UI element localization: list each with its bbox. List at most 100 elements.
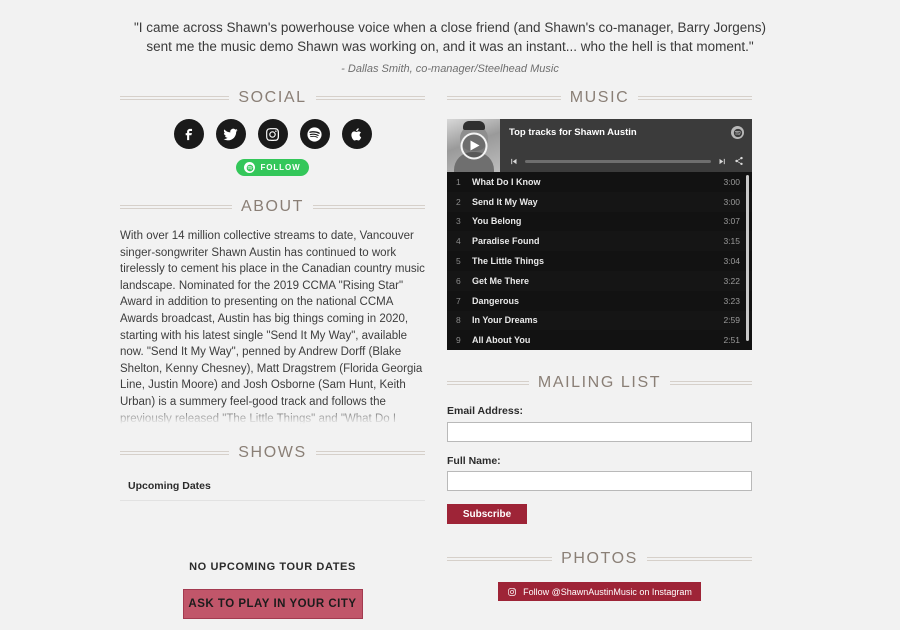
- track-number: 8: [456, 315, 461, 326]
- spotify-player: Top tracks for Shawn Austin 1 What Do I …: [447, 119, 752, 351]
- instagram-glyph-icon: [508, 587, 516, 596]
- section-title-music: MUSIC: [569, 89, 630, 106]
- quote-block: "I came across Shawn's powerhouse voice …: [0, 0, 900, 75]
- music-section-header: MUSIC: [447, 89, 752, 107]
- divider-left: [120, 96, 230, 100]
- track-row[interactable]: 4 Paradise Found 3:15: [447, 231, 752, 252]
- divider-left: [120, 205, 232, 209]
- track-name: Paradise Found: [472, 236, 540, 247]
- section-title-social: SOCIAL: [238, 89, 307, 106]
- track-name: Get Me There: [472, 275, 530, 286]
- quote-attribution: - Dallas Smith, co-manager/Steelhead Mus…: [341, 63, 559, 75]
- left-column: SOCIAL FOLLOW ABOUT With over 14 million…: [120, 89, 426, 619]
- divider-left: [447, 381, 529, 386]
- previous-track-icon[interactable]: [509, 157, 518, 166]
- track-row[interactable]: 2 Send It My Way 3:00: [447, 191, 752, 212]
- progress-bar[interactable]: [525, 159, 711, 163]
- divider-left: [120, 451, 230, 455]
- track-row[interactable]: 3 You Belong 3:07: [447, 212, 752, 232]
- album-artwork: [447, 119, 500, 172]
- section-title-about: ABOUT: [240, 198, 305, 215]
- track-row[interactable]: 9 All About You 2:51: [447, 330, 752, 350]
- divider-right: [638, 96, 752, 100]
- track-name: In Your Dreams: [472, 315, 538, 326]
- track-number: 1: [456, 176, 461, 187]
- track-row[interactable]: 6 Get Me There 3:22: [447, 270, 752, 291]
- track-number: 7: [456, 295, 461, 306]
- full-name-field[interactable]: [447, 471, 752, 492]
- social-icon-row: [120, 119, 425, 149]
- track-row[interactable]: 5 The Little Things 3:04: [447, 251, 752, 271]
- play-button-icon[interactable]: [460, 132, 487, 159]
- player-title-row: Top tracks for Shawn Austin: [509, 126, 744, 139]
- instagram-button-label: Follow @ShawnAustinMusic on Instagram: [523, 586, 692, 597]
- player-controls: [509, 156, 744, 166]
- track-list-scrollbar[interactable]: [746, 175, 749, 341]
- divider-left: [447, 557, 553, 562]
- instagram-follow-button[interactable]: Follow @ShawnAustinMusic on Instagram: [498, 582, 701, 602]
- upcoming-dates-label: Upcoming Dates: [120, 466, 425, 501]
- spotify-logo-icon[interactable]: [731, 126, 744, 139]
- spotify-icon[interactable]: [299, 119, 330, 149]
- artwork-hat: [462, 121, 485, 130]
- divider-right: [315, 451, 426, 455]
- track-duration: 2:51: [723, 335, 740, 346]
- apple-music-icon[interactable]: [341, 119, 372, 149]
- about-paragraph-1: With over 14 million collective streams …: [120, 230, 425, 424]
- track-row[interactable]: 8 In Your Dreams 2:59: [447, 310, 752, 331]
- shows-section-header: SHOWS: [120, 444, 426, 462]
- email-field[interactable]: [447, 421, 752, 442]
- content-columns: SOCIAL FOLLOW ABOUT With over 14 million…: [0, 89, 900, 619]
- instagram-button-wrap: Follow @ShawnAustinMusic on Instagram: [447, 582, 752, 602]
- track-name: All About You: [472, 335, 531, 346]
- track-number: 9: [456, 335, 461, 346]
- facebook-icon[interactable]: [173, 119, 204, 149]
- track-number: 2: [456, 196, 461, 207]
- track-list: 1 What Do I Know 3:00 2 Send It My Way 3…: [447, 172, 752, 350]
- section-title-photos: PHOTOS: [561, 550, 638, 568]
- next-track-icon[interactable]: [718, 157, 727, 166]
- track-row[interactable]: 7 Dangerous 3:23: [447, 291, 752, 311]
- track-duration: 3:22: [723, 275, 740, 286]
- track-name: The Little Things: [472, 256, 544, 267]
- instagram-icon[interactable]: [257, 119, 288, 149]
- twitter-icon[interactable]: [215, 119, 246, 149]
- track-name: Dangerous: [472, 295, 520, 306]
- track-row[interactable]: 1 What Do I Know 3:00: [447, 172, 752, 192]
- spotify-badge-icon: [244, 162, 256, 173]
- divider-right: [313, 205, 425, 209]
- track-number: 5: [456, 256, 461, 267]
- player-info: Top tracks for Shawn Austin: [500, 119, 752, 172]
- about-section-header: ABOUT: [120, 198, 425, 216]
- player-title: Top tracks for Shawn Austin: [509, 127, 637, 138]
- track-duration: 3:07: [723, 216, 740, 227]
- divider-right: [670, 381, 753, 386]
- track-duration: 3:00: [723, 176, 740, 187]
- track-number: 4: [456, 236, 461, 247]
- play-triangle-icon: [470, 140, 479, 151]
- about-fade-overlay: [120, 406, 425, 424]
- track-duration: 3:00: [723, 196, 740, 207]
- track-name: What Do I Know: [472, 176, 541, 187]
- about-text: With over 14 million collective streams …: [120, 228, 425, 424]
- track-name: Send It My Way: [472, 196, 538, 207]
- section-title-shows: SHOWS: [238, 444, 307, 461]
- spotify-follow-button[interactable]: FOLLOW: [236, 159, 309, 176]
- track-number: 3: [456, 216, 461, 227]
- share-icon[interactable]: [734, 156, 744, 166]
- full-name-label: Full Name:: [447, 454, 501, 467]
- email-label: Email Address:: [447, 405, 524, 418]
- social-section-header: SOCIAL: [120, 89, 426, 107]
- track-duration: 3:15: [723, 236, 740, 247]
- divider-right: [646, 557, 752, 562]
- mailing-list-section-header: MAILING LIST: [447, 374, 753, 392]
- track-duration: 3:23: [723, 295, 740, 306]
- ask-to-play-button[interactable]: ASK TO PLAY IN YOUR CITY: [182, 589, 363, 619]
- track-number: 6: [456, 275, 461, 286]
- track-duration: 3:04: [723, 256, 740, 267]
- spotify-follow-wrap: FOLLOW: [120, 159, 425, 176]
- right-column: MUSIC Top tracks for Shawn Austin 1 What…: [447, 89, 753, 602]
- no-tour-dates-message: NO UPCOMING TOUR DATES: [189, 561, 356, 573]
- subscribe-button[interactable]: Subscribe: [447, 504, 527, 525]
- photos-section-header: PHOTOS: [447, 550, 752, 568]
